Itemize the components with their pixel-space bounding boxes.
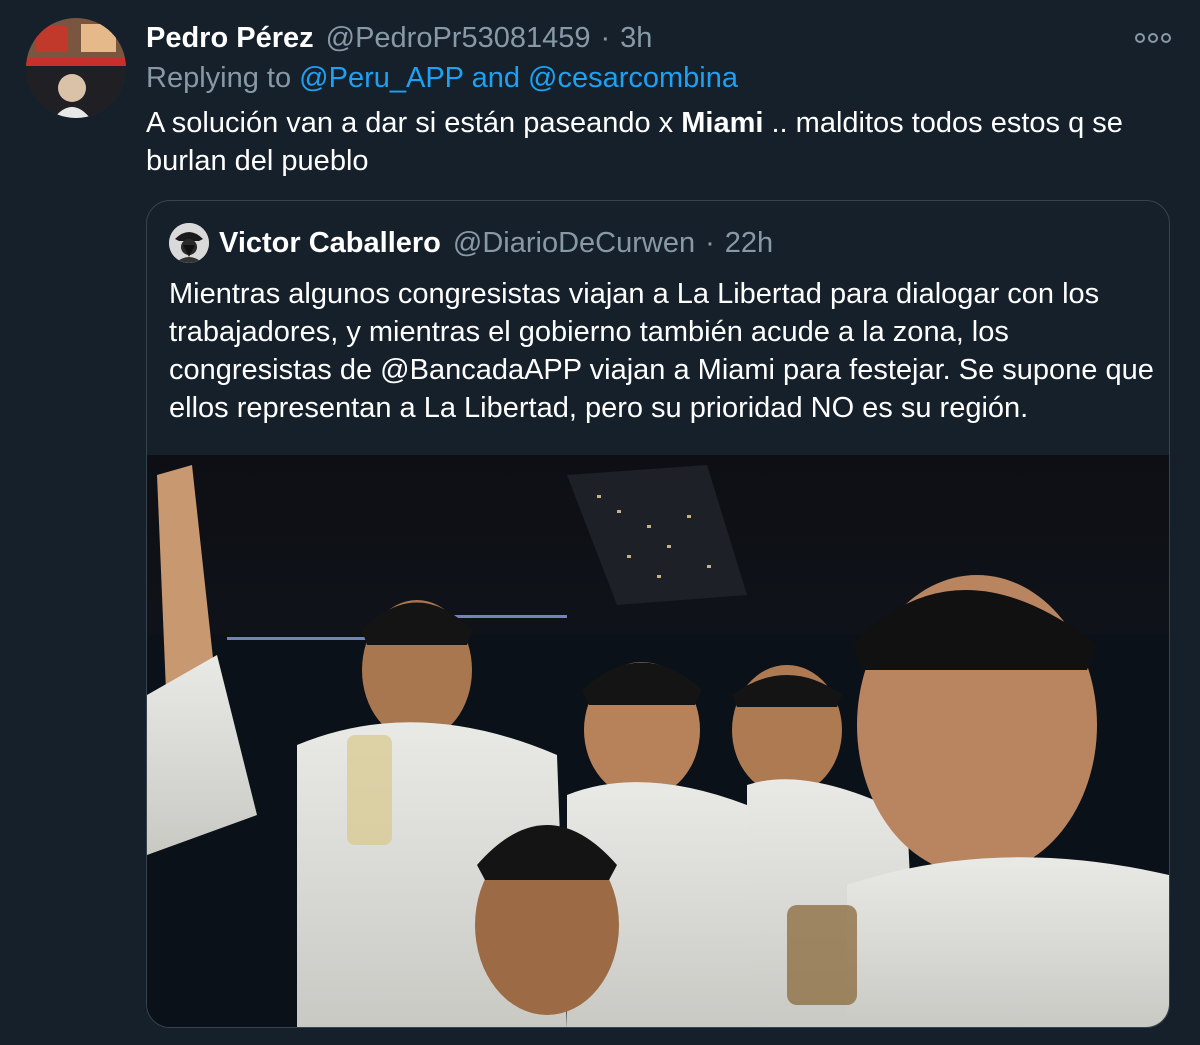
quoted-header: Victor Caballero @DiarioDeCurwen · 22h (219, 225, 773, 261)
profile-photo-icon (26, 18, 126, 118)
display-name[interactable]: Pedro Pérez (146, 22, 314, 55)
quoted-separator-dot: · (705, 226, 715, 259)
user-avatar[interactable] (26, 18, 126, 118)
quoted-user-avatar[interactable] (169, 223, 209, 263)
quoted-display-name[interactable]: Victor Caballero (219, 227, 441, 260)
quoted-timestamp[interactable]: 22h (725, 227, 773, 260)
separator-dot: · (600, 21, 611, 54)
tweet[interactable]: Pedro Pérez @PedroPr53081459 · 3h Replyi… (0, 0, 1200, 1045)
tweet-header: Pedro Pérez @PedroPr53081459 · 3h (146, 20, 652, 56)
quoted-avatar-icon (169, 223, 209, 263)
more-options-icon[interactable] (1133, 28, 1173, 48)
reply-and: and (471, 62, 520, 94)
user-handle[interactable]: @PedroPr53081459 (326, 22, 591, 55)
reply-mention-2[interactable]: @cesarcombina (528, 62, 738, 94)
replying-to: Replying to @Peru_APP and @cesarcombina (146, 62, 738, 95)
quoted-text: Mientras algunos congresistas viajan a L… (169, 278, 1154, 424)
reply-mention-1[interactable]: @Peru_APP (299, 62, 463, 94)
quoted-handle[interactable]: @DiarioDeCurwen (453, 227, 695, 260)
tweet-text-bold: Miami (681, 107, 764, 139)
quoted-photo[interactable] (147, 455, 1169, 1027)
group-selfie-photo (147, 455, 1169, 1027)
timestamp[interactable]: 3h (620, 22, 652, 55)
quoted-tweet[interactable]: Victor Caballero @DiarioDeCurwen · 22h M… (146, 200, 1170, 1028)
tweet-text: A solución van a dar si están paseando x… (146, 104, 1166, 180)
tweet-text-part1: A solución van a dar si están paseando x (146, 107, 682, 139)
replying-prefix: Replying to (146, 62, 292, 94)
